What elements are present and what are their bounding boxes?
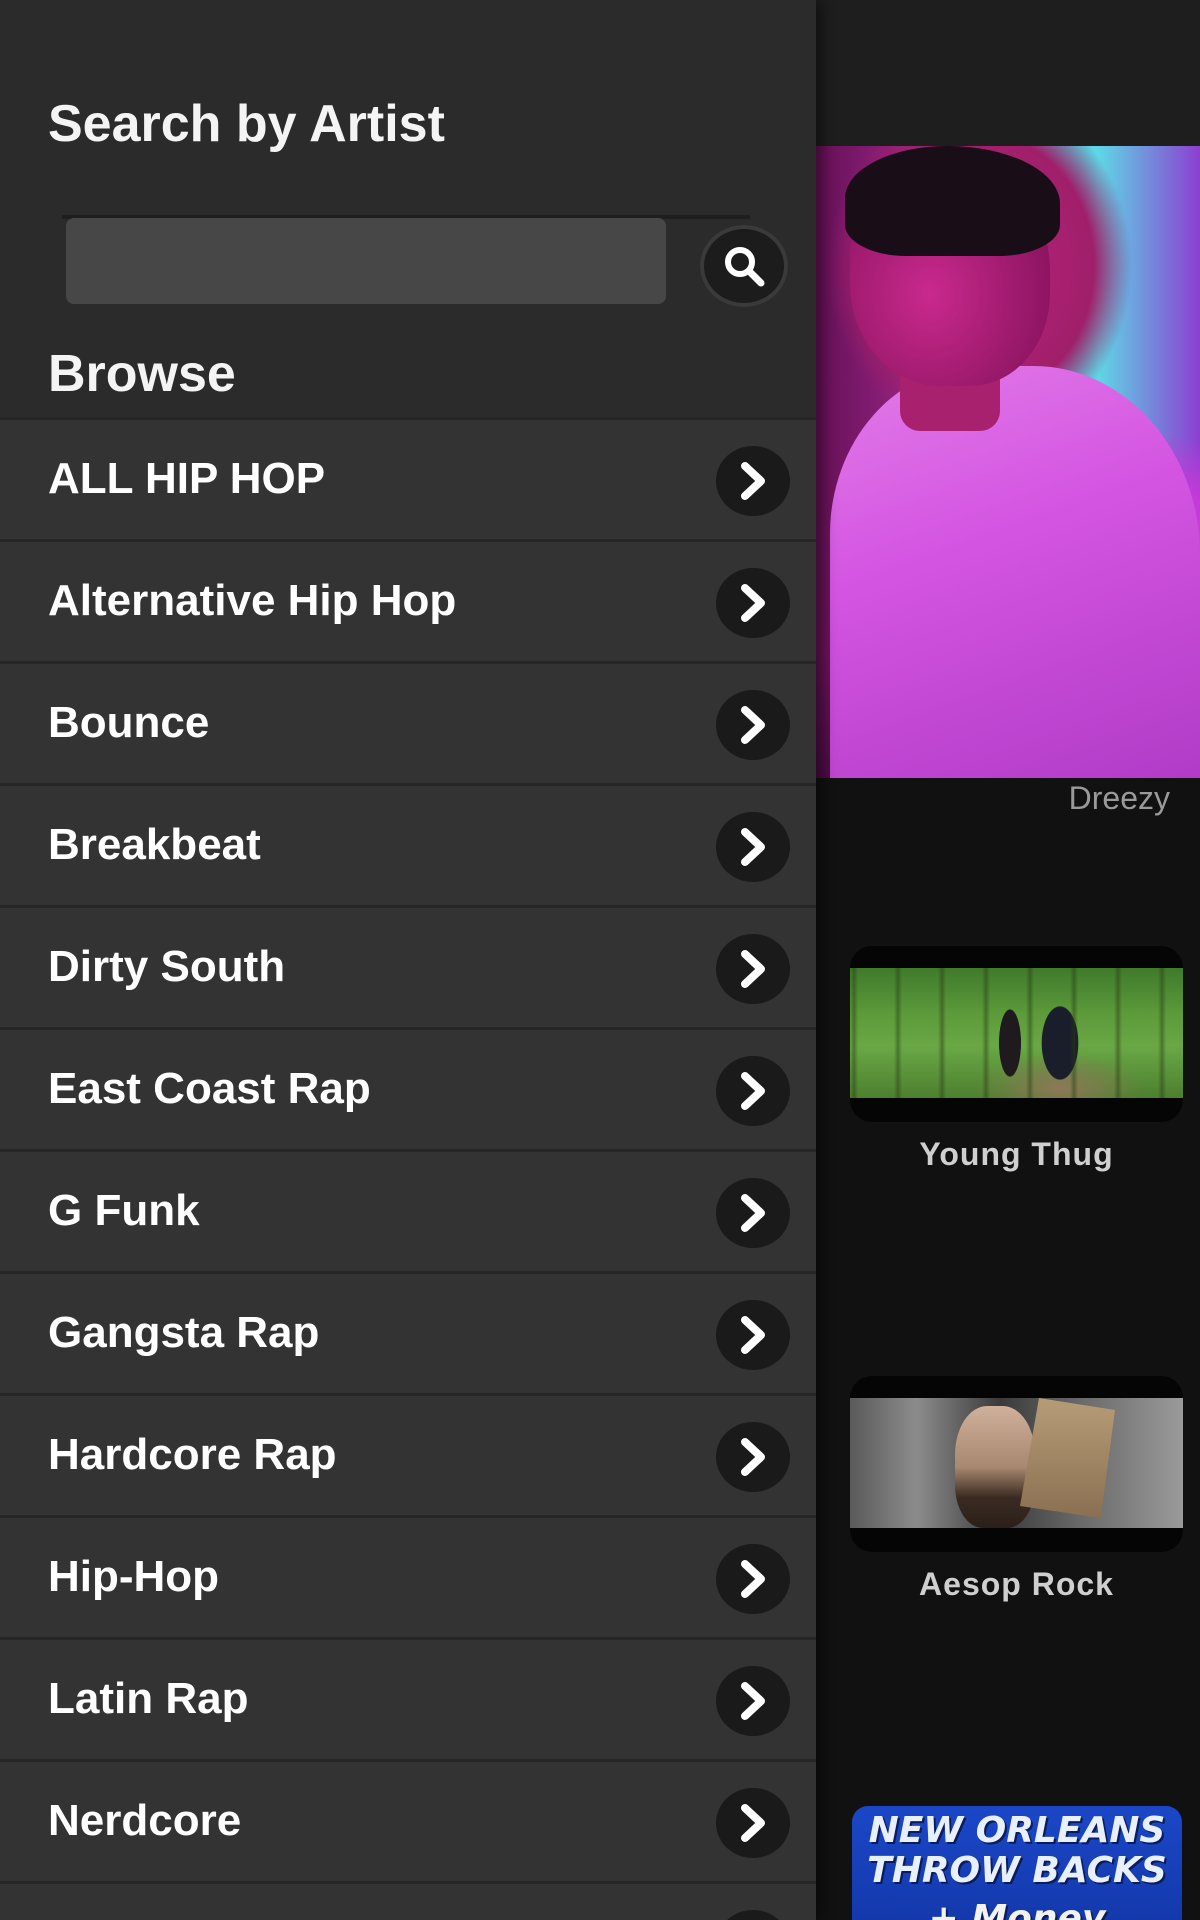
chevron-right-icon[interactable] — [716, 1666, 790, 1736]
chevron-right-icon[interactable] — [716, 934, 790, 1004]
genre-label: Breakbeat — [48, 820, 261, 869]
genre-row[interactable]: Dirty South — [0, 905, 816, 1027]
video-thumbnail — [850, 1398, 1183, 1528]
chevron-right-icon[interactable] — [716, 1544, 790, 1614]
promo-line-3: + Money — [928, 1898, 1106, 1920]
genre-label: Dirty South — [48, 942, 286, 991]
genre-label: ALL HIP HOP — [48, 454, 326, 503]
genre-row[interactable]: ALL HIP HOP — [0, 417, 816, 539]
genre-label: G Funk — [48, 1186, 200, 1235]
thumbnail-forest — [850, 968, 1183, 1098]
video-thumbnail — [850, 968, 1183, 1098]
chevron-right-icon[interactable] — [716, 1910, 790, 1920]
genre-row[interactable]: Hardcore Rap — [0, 1393, 816, 1515]
chevron-right-icon[interactable] — [716, 1422, 790, 1492]
navigation-drawer: Search by Artist Browse ALL HIP HOP Alter… — [0, 0, 816, 1920]
genre-row[interactable]: G Funk — [0, 1149, 816, 1271]
thumbnail-face — [955, 1406, 1035, 1528]
genre-row[interactable]: Gangsta Rap — [0, 1271, 816, 1393]
search-button[interactable] — [700, 225, 788, 307]
genre-row[interactable]: Hip-Hop — [0, 1515, 816, 1637]
genre-label: Hardcore Rap — [48, 1430, 337, 1479]
video-card-title[interactable]: Young Thug — [850, 1136, 1183, 1173]
promo-thumbnail[interactable]: NEW ORLEANS THROW BACKS + Money — [852, 1806, 1182, 1920]
search-icon — [725, 247, 765, 287]
video-card[interactable] — [850, 946, 1183, 1122]
featured-video-caption[interactable]: Dreezy — [1000, 780, 1170, 817]
genre-label: Latin Rap — [48, 1674, 249, 1723]
genre-row[interactable]: Nerdcore — [0, 1759, 816, 1881]
chevron-right-icon[interactable] — [716, 1056, 790, 1126]
chevron-right-icon[interactable] — [716, 812, 790, 882]
thumbnail-figure-hoodie — [830, 366, 1200, 778]
thumbnail-box — [1020, 1398, 1115, 1518]
chevron-right-icon[interactable] — [716, 1788, 790, 1858]
video-card-title[interactable]: Aesop Rock — [850, 1566, 1183, 1603]
video-card[interactable] — [850, 1376, 1183, 1552]
genre-label: Alternative Hip Hop — [48, 576, 457, 625]
genre-label: Hip-Hop — [48, 1552, 220, 1601]
chevron-right-icon[interactable] — [716, 1178, 790, 1248]
genre-row[interactable]: Alternative Hip Hop — [0, 539, 816, 661]
promo-line-1: NEW ORLEANS — [868, 1810, 1166, 1851]
genre-label: Gangsta Rap — [48, 1308, 320, 1357]
browse-heading: Browse — [48, 345, 236, 403]
artist-search-input[interactable] — [66, 218, 666, 304]
promo-line-2: THROW BACKS — [867, 1850, 1167, 1891]
genre-label: Bounce — [48, 698, 210, 747]
genre-row[interactable]: East Coast Rap — [0, 1027, 816, 1149]
genre-list: ALL HIP HOP Alternative Hip Hop Bounce Brea… — [0, 417, 816, 1920]
genre-label: East Coast Rap — [48, 1064, 371, 1113]
genre-row[interactable]: Bounce — [0, 661, 816, 783]
genre-row[interactable] — [0, 1881, 816, 1920]
chevron-right-icon[interactable] — [716, 568, 790, 638]
thumbnail-figure-hair — [845, 146, 1060, 256]
app-root: Dreezy Young Thug Aesop Rock NEW ORLEANS… — [0, 0, 1200, 1920]
chevron-right-icon[interactable] — [716, 1300, 790, 1370]
chevron-right-icon[interactable] — [716, 446, 790, 516]
featured-video-thumbnail[interactable] — [790, 146, 1200, 778]
genre-row[interactable]: Latin Rap — [0, 1637, 816, 1759]
genre-label: Nerdcore — [48, 1796, 242, 1845]
genre-row[interactable]: Breakbeat — [0, 783, 816, 905]
drawer-title: Search by Artist — [48, 95, 445, 153]
chevron-right-icon[interactable] — [716, 690, 790, 760]
